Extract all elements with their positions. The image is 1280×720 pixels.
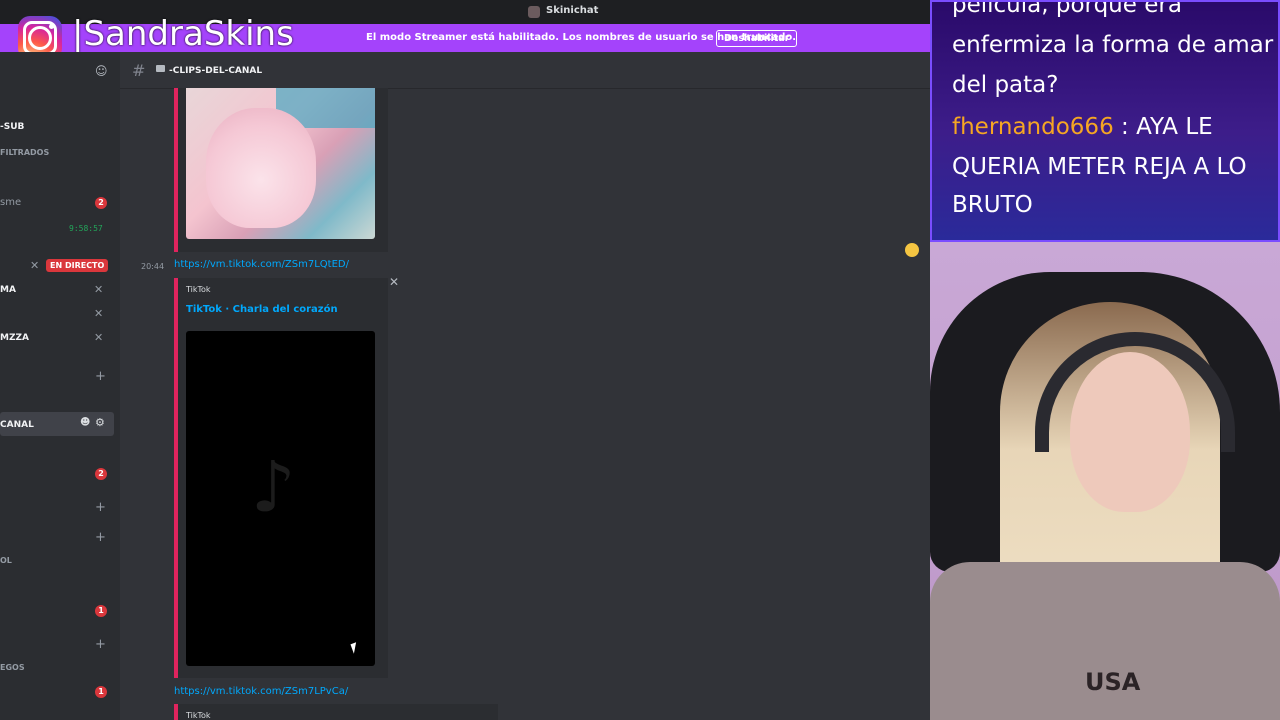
unread-badge: 2 <box>95 197 107 209</box>
embed-provider: TikTok <box>186 285 211 294</box>
mic-muted-icon: ✕ <box>94 307 104 320</box>
embed-title[interactable]: TikTok · Charla del corazón <box>186 304 338 315</box>
sidebar-item-mzza[interactable]: MZZA <box>0 333 29 343</box>
app-icon <box>528 6 540 18</box>
chat-text-part: : AYA LE <box>1113 114 1213 140</box>
channel-name: -CLIPS-DEL-CANAL <box>169 66 263 76</box>
sidebar-item-ma[interactable]: MA <box>0 285 16 295</box>
chat-line: del pata? <box>952 72 1059 98</box>
sidebar-category-filtrados[interactable]: FILTRADOS <box>0 148 49 157</box>
sidebar-item-canal[interactable]: CANAL <box>0 420 34 430</box>
channel-sidebar: ☺ -SUB FILTRADOS sme 2 9:58:57 ✕ EN DIRE… <box>0 52 120 720</box>
app-title: Skinichat <box>546 5 599 16</box>
unread-badge: 1 <box>95 605 107 617</box>
shirt-print: USA <box>1085 668 1141 696</box>
chat-line: QUERIA METER REJA A LO <box>952 154 1247 180</box>
sidebar-category-ol[interactable]: OL <box>0 556 12 565</box>
add-friend-icon[interactable]: ☺ <box>95 64 108 78</box>
chat-line: enfermiza la forma de amar <box>952 32 1274 58</box>
chat-line: BRUTO <box>952 192 1033 218</box>
chat-username: fhernando666 <box>952 114 1114 140</box>
unread-badge: 1 <box>95 686 107 698</box>
streamer-face <box>1070 352 1190 512</box>
tiktok-icon: ♪ <box>251 446 296 528</box>
message-timestamp: 20:44 <box>141 262 165 271</box>
channel-header: # -CLIPS-DEL-CANAL <box>120 52 930 89</box>
mic-muted-icon: ✕ <box>94 331 104 344</box>
add-channel-icon[interactable]: + <box>95 637 106 652</box>
message-link[interactable]: https://vm.tiktok.com/ZSm7LPvCa/ <box>174 686 348 697</box>
live-badge: EN DIRECTO <box>46 259 109 272</box>
chat-line: película, porque era <box>952 0 1182 18</box>
hashtag-icon: # <box>132 61 146 80</box>
stream-chat-overlay: película, porque era enfermiza la forma … <box>930 0 1280 242</box>
gear-icon[interactable]: ⚙ <box>95 416 105 429</box>
message-link[interactable]: https://vm.tiktok.com/ZSm7LQtED/ <box>174 259 349 270</box>
mic-muted-icon: ✕ <box>30 259 40 272</box>
invite-icon[interactable]: ☻ <box>80 417 90 428</box>
disable-streamer-mode-button[interactable]: Deshabilitar <box>716 30 798 47</box>
chat-message: fhernando666 : AYA LE <box>952 114 1213 140</box>
streamer-shirt: USA <box>930 562 1280 720</box>
embed-image[interactable] <box>186 88 375 239</box>
embed-card <box>178 704 498 720</box>
mic-muted-icon: ✕ <box>94 283 104 296</box>
add-channel-icon[interactable]: + <box>95 530 106 545</box>
reaction-emoji-icon[interactable] <box>905 243 919 257</box>
instagram-handle: |SandraSkins <box>72 14 294 54</box>
channel-emoji-icon <box>156 65 165 72</box>
sidebar-category-egos[interactable]: EGOS <box>0 663 25 672</box>
embed-provider: TikTok <box>186 711 211 720</box>
add-channel-icon[interactable]: + <box>95 500 106 515</box>
sidebar-item-sme[interactable]: sme <box>0 197 21 208</box>
embed-video[interactable]: ♪ <box>186 331 375 666</box>
add-channel-icon[interactable]: + <box>95 369 106 384</box>
sidebar-item-sub[interactable]: -SUB <box>0 122 24 132</box>
unread-badge: 2 <box>95 468 107 480</box>
close-icon[interactable]: ✕ <box>389 275 399 289</box>
webcam-feed: USA <box>930 242 1280 720</box>
voice-timer: 9:58:57 <box>69 224 103 233</box>
